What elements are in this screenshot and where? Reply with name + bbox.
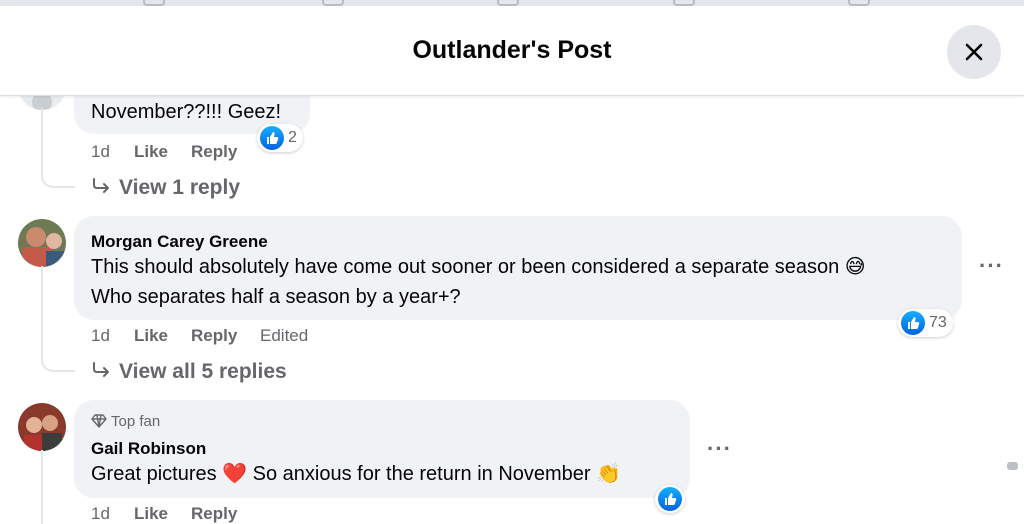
avatar[interactable] <box>18 403 66 451</box>
more-options-button[interactable]: ··· <box>979 253 1004 279</box>
comment-author[interactable]: Morgan Carey Greene <box>91 232 268 252</box>
comment-time[interactable]: 1d <box>91 504 110 524</box>
reactions-summary[interactable] <box>655 485 685 513</box>
avatar[interactable] <box>18 219 66 267</box>
comment-text: This should absolutely have come out soo… <box>91 256 866 278</box>
like-button[interactable]: Like <box>134 504 168 524</box>
scrollbar-thumb[interactable] <box>1007 462 1018 470</box>
reactions-summary[interactable]: 73 <box>898 309 953 337</box>
view-replies-link[interactable]: View all 5 replies <box>91 360 287 384</box>
comment-time[interactable]: 1d <box>91 326 110 346</box>
dialog-title: Outlander's Post <box>412 36 612 64</box>
comment-author[interactable]: Gail Robinson <box>91 439 206 459</box>
like-button[interactable]: Like <box>134 142 168 162</box>
diamond-icon <box>91 414 107 428</box>
thread-line <box>41 450 43 524</box>
view-replies-label: View 1 reply <box>119 176 241 199</box>
reply-button[interactable]: Reply <box>191 326 237 346</box>
like-icon <box>260 126 284 150</box>
top-fan-badge: Top fan <box>91 413 160 430</box>
more-options-button[interactable]: ··· <box>707 436 732 462</box>
reply-button[interactable]: Reply <box>191 142 237 162</box>
comment-time[interactable]: 1d <box>91 142 110 162</box>
reply-arrow-icon <box>91 176 111 200</box>
reactions-summary[interactable]: 2 <box>257 124 303 152</box>
dialog-header: Outlander's Post <box>0 6 1024 96</box>
like-button[interactable]: Like <box>134 326 168 346</box>
comment-text: Who separates half a season by a year+? <box>91 286 461 308</box>
reply-arrow-icon <box>91 360 111 384</box>
reaction-count: 73 <box>929 314 947 331</box>
view-replies-link[interactable]: View 1 reply <box>91 176 240 200</box>
edited-label: Edited <box>260 326 309 345</box>
like-icon <box>658 487 682 511</box>
reply-button[interactable]: Reply <box>191 504 237 524</box>
thread-connector <box>41 160 75 188</box>
thread-connector <box>41 340 75 372</box>
comment-text: November??!!! Geez! <box>91 101 282 123</box>
thread-line <box>41 266 43 346</box>
close-icon <box>965 43 983 61</box>
close-button[interactable] <box>947 25 1001 79</box>
view-replies-label: View all 5 replies <box>119 360 287 383</box>
like-icon <box>901 311 925 335</box>
reaction-count: 2 <box>288 129 297 146</box>
comment-text: Great pictures ❤️ So anxious for the ret… <box>91 463 622 485</box>
top-fan-label: Top fan <box>111 413 161 430</box>
comments-dialog: Outlander's Post November??!!! Geez! 2 ·… <box>0 0 1024 524</box>
